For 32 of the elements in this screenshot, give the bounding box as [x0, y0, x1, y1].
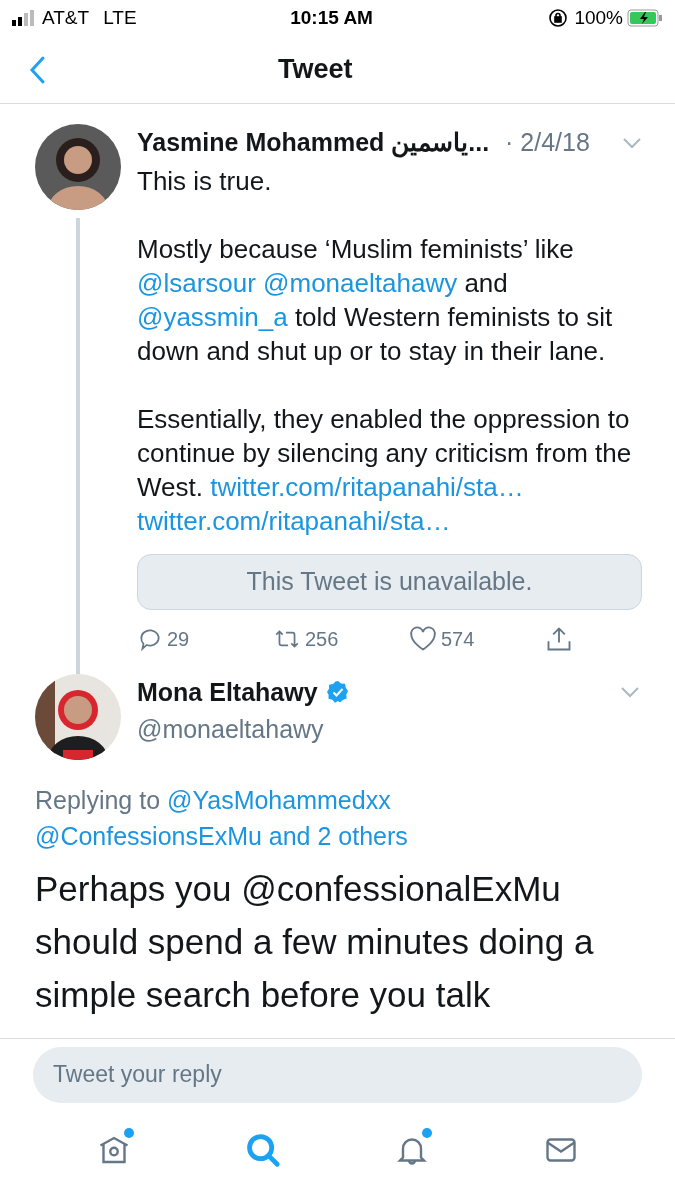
action-count: 29 — [167, 626, 190, 652]
tweet-text: Mostly because ‘Muslim feminists’ like @lsarsour @monaeltahawy and @yassmin_a told Western feminists to sit down and shut up or to stay in their lane. — [137, 232, 614, 368]
display-name[interactable]: Yasmine Mohammed ياسمين... — [137, 124, 490, 162]
battery-percent: 100% — [574, 5, 623, 30]
mention-link[interactable]: @monaeltahawy — [263, 267, 458, 298]
verified-badge-icon — [325, 680, 350, 705]
tweet-text: Essentially, they enabled the oppression to continue by silencing any criticism from the West. twitter.com/ritapanahi/sta… twitter.com/ritapanahi/sta… — [137, 402, 633, 538]
mention-link[interactable]: @YasMohammedxx — [167, 785, 391, 814]
mention-link[interactable]: twitter.com/ritapanahi/sta… — [137, 505, 451, 536]
network-type: LTE — [103, 5, 137, 30]
user-handle[interactable]: @monaeltahawy — [137, 711, 640, 749]
tweet-date: · 2/4/18 — [505, 127, 590, 158]
signal-icon — [12, 10, 36, 26]
heart-icon[interactable] — [409, 625, 437, 652]
search-icon[interactable] — [244, 1131, 283, 1169]
mention-link[interactable]: @ConfessionsExMu and 2 others — [35, 821, 408, 850]
unavailable-tweet-card: This Tweet is unavailable. — [137, 553, 642, 610]
action-count: 256 — [305, 626, 339, 652]
clock: 10:15 AM — [289, 5, 374, 30]
reply-field[interactable]: Tweet your reply — [33, 1046, 642, 1103]
tweet-text: This is true. — [137, 164, 273, 198]
display-name[interactable]: Mona Eltahawy — [137, 673, 318, 711]
rotation-lock-icon — [548, 8, 569, 28]
replying-to-text: Replying to @YasMohammedxx @ConfessionsExMu and 2 others — [35, 784, 409, 852]
mention-link[interactable]: @lsarsour — [137, 267, 256, 298]
page-title: Tweet — [278, 53, 353, 87]
carrier: AT&T — [42, 5, 90, 30]
tweet-text: Perhaps you @confessionalExMu should spend a few minutes doing a simple search before you talk — [35, 867, 595, 1016]
battery-charging-icon — [627, 9, 663, 27]
action-count: 574 — [441, 626, 475, 652]
mention-link[interactable]: @yassmin_a — [137, 301, 288, 332]
mention-link[interactable]: twitter.com/ritapanahi/sta… — [210, 471, 524, 502]
